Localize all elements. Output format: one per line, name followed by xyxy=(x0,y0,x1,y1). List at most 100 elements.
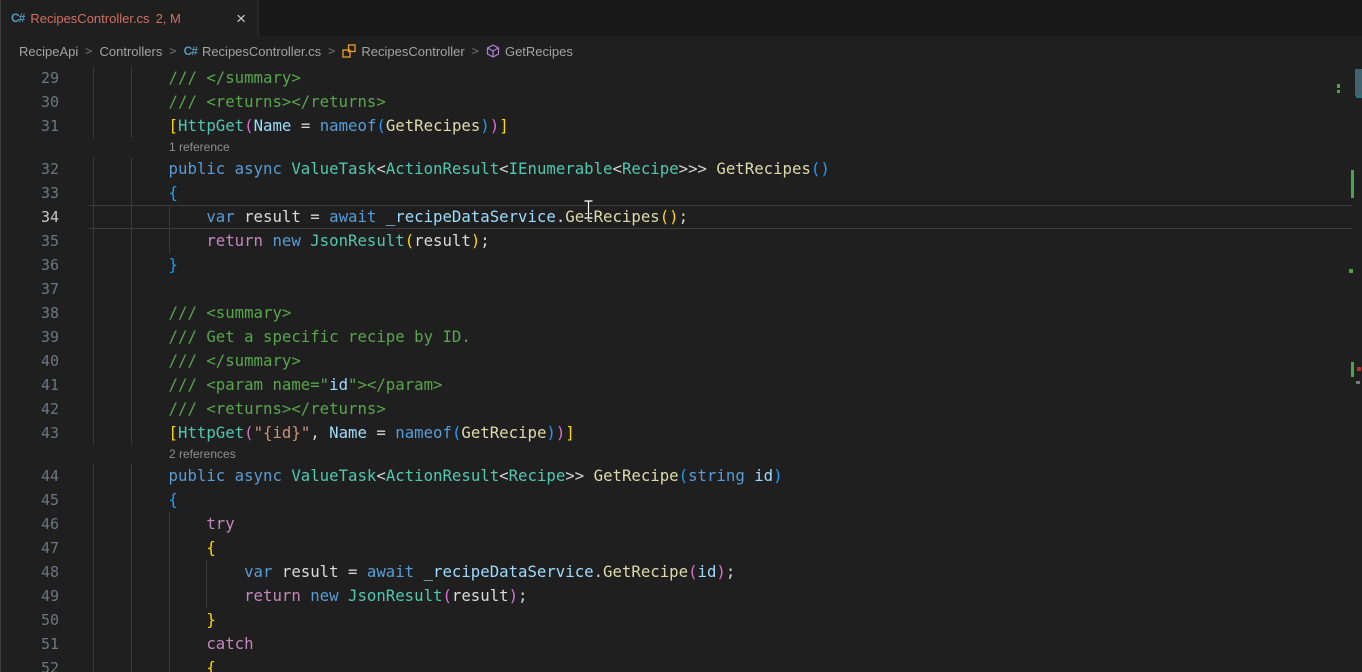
code-line-31[interactable]: 31 [HttpGet(Name = nameof(GetRecipes))] xyxy=(1,114,1362,138)
code-line-50[interactable]: 50 } xyxy=(1,608,1362,632)
chevron-right-icon: > xyxy=(85,44,92,58)
code-line-51[interactable]: 51 catch xyxy=(1,632,1362,656)
code-text: /// <param name="id"></param> xyxy=(93,373,442,397)
breadcrumb-item-getrecipes[interactable]: >GetRecipes xyxy=(465,44,573,59)
scrollbar-thumb[interactable] xyxy=(1355,69,1362,96)
code-editor[interactable]: 29 /// </summary>30 /// <returns></retur… xyxy=(1,66,1362,672)
code-line-43[interactable]: 43 [HttpGet("{id}", Name = nameof(GetRec… xyxy=(1,421,1362,445)
indent-guide xyxy=(169,205,170,229)
breadcrumb-item-recipescontroller[interactable]: >RecipesController xyxy=(321,44,465,59)
indent-guide xyxy=(131,325,132,349)
code-text: /// Get a specific recipe by ID. xyxy=(93,325,471,349)
codelens-references[interactable]: 1 reference xyxy=(1,138,1362,157)
indent-guide xyxy=(131,512,132,536)
indent-guide xyxy=(93,464,94,488)
indent-guide xyxy=(169,229,170,253)
line-number: 38 xyxy=(1,301,59,325)
indent-guide xyxy=(131,301,132,325)
indent-guide xyxy=(93,536,94,560)
line-number: 39 xyxy=(1,325,59,349)
codelens-references[interactable]: 2 references xyxy=(1,445,1362,464)
indent-guide xyxy=(131,608,132,632)
indent-guide xyxy=(131,253,132,277)
code-line-47[interactable]: 47 { xyxy=(1,536,1362,560)
code-text: catch xyxy=(93,632,254,656)
code-line-39[interactable]: 39 /// Get a specific recipe by ID. xyxy=(1,325,1362,349)
indent-guide xyxy=(131,90,132,114)
code-line-40[interactable]: 40 /// </summary> xyxy=(1,349,1362,373)
code-line-32[interactable]: 32 public async ValueTask<ActionResult<I… xyxy=(1,157,1362,181)
line-number: 41 xyxy=(1,373,59,397)
indent-guide xyxy=(93,512,94,536)
code-text: var result = await _recipeDataService.Ge… xyxy=(93,205,688,229)
chevron-right-icon: > xyxy=(169,44,176,58)
indent-guide xyxy=(131,181,132,205)
indent-guide xyxy=(131,560,132,584)
code-text: return new JsonResult(result); xyxy=(93,584,528,608)
code-line-45[interactable]: 45 { xyxy=(1,488,1362,512)
line-number: 37 xyxy=(1,277,59,301)
line-number: 36 xyxy=(1,253,59,277)
code-line-52[interactable]: 52 { xyxy=(1,656,1362,672)
tab-status-badge: 2, M xyxy=(156,11,181,26)
indent-guide xyxy=(169,560,170,584)
code-line-34[interactable]: 34 var result = await _recipeDataService… xyxy=(1,205,1362,229)
code-text: var result = await _recipeDataService.Ge… xyxy=(93,560,735,584)
code-text: } xyxy=(93,608,216,632)
indent-guide xyxy=(93,205,94,229)
line-number: 49 xyxy=(1,584,59,608)
code-line-46[interactable]: 46 try xyxy=(1,512,1362,536)
indent-guide xyxy=(206,584,207,608)
breadcrumb-item-recipescontroller-cs[interactable]: >C#RecipesController.cs xyxy=(162,44,321,59)
indent-guide xyxy=(131,205,132,229)
vscode-window: C# RecipesController.cs 2, M × RecipeApi… xyxy=(0,0,1362,672)
indent-guide xyxy=(93,253,94,277)
info-mark xyxy=(1356,381,1360,384)
code-text: /// <returns></returns> xyxy=(93,397,386,421)
indent-guide xyxy=(169,584,170,608)
code-line-30[interactable]: 30 /// <returns></returns> xyxy=(1,90,1362,114)
code-line-33[interactable]: 33 { xyxy=(1,181,1362,205)
scrollbar-overview-ruler[interactable] xyxy=(1336,66,1362,672)
cursor-mark xyxy=(1356,95,1362,98)
line-number: 45 xyxy=(1,488,59,512)
code-line-35[interactable]: 35 return new JsonResult(result); xyxy=(1,229,1362,253)
breadcrumb-item-recipeapi[interactable]: RecipeApi xyxy=(19,44,78,59)
line-number: 43 xyxy=(1,421,59,445)
code-text: { xyxy=(93,656,216,672)
chevron-right-icon: > xyxy=(328,44,335,58)
indent-guide xyxy=(131,421,132,445)
code-text: /// <summary> xyxy=(93,301,291,325)
indent-guide xyxy=(93,373,94,397)
indent-guide xyxy=(93,325,94,349)
code-line-29[interactable]: 29 /// </summary> xyxy=(1,66,1362,90)
indent-guide xyxy=(131,66,132,90)
indent-guide xyxy=(93,181,94,205)
indent-guide xyxy=(93,608,94,632)
line-number: 29 xyxy=(1,66,59,90)
indent-guide xyxy=(131,536,132,560)
symbol-method-icon xyxy=(486,44,500,58)
indent-guide xyxy=(93,584,94,608)
code-line-37[interactable]: 37 xyxy=(1,277,1362,301)
code-line-49[interactable]: 49 return new JsonResult(result); xyxy=(1,584,1362,608)
code-line-36[interactable]: 36 } xyxy=(1,253,1362,277)
code-line-38[interactable]: 38 /// <summary> xyxy=(1,301,1362,325)
code-line-44[interactable]: 44 public async ValueTask<ActionResult<R… xyxy=(1,464,1362,488)
line-number: 30 xyxy=(1,90,59,114)
indent-guide xyxy=(93,560,94,584)
breadcrumb-item-controllers[interactable]: >Controllers xyxy=(78,44,162,59)
code-text: /// </summary> xyxy=(93,349,301,373)
code-line-42[interactable]: 42 /// <returns></returns> xyxy=(1,397,1362,421)
indent-guide xyxy=(93,277,94,301)
codelens-label[interactable]: 2 references xyxy=(169,445,236,464)
line-number: 33 xyxy=(1,181,59,205)
code-line-41[interactable]: 41 /// <param name="id"></param> xyxy=(1,373,1362,397)
code-line-48[interactable]: 48 var result = await _recipeDataService… xyxy=(1,560,1362,584)
modified-mark xyxy=(1337,84,1340,88)
editor-tab-strip: C# RecipesController.cs 2, M × xyxy=(1,0,1362,37)
close-icon[interactable]: × xyxy=(234,10,248,27)
codelens-label[interactable]: 1 reference xyxy=(169,138,230,157)
tab-recipescontroller[interactable]: C# RecipesController.cs 2, M × xyxy=(1,0,259,36)
code-text: public async ValueTask<ActionResult<IEnu… xyxy=(93,157,830,181)
